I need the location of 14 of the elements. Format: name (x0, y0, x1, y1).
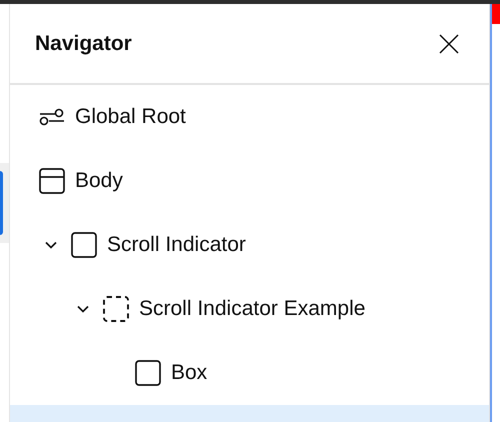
edge-marker (492, 4, 500, 24)
node-label: Scroll Indicator (107, 232, 246, 258)
node-label: Global Root (75, 104, 186, 130)
dashed-square-icon (103, 296, 129, 322)
layout-icon (39, 168, 65, 194)
node-label: Body (75, 168, 123, 194)
close-button[interactable] (437, 32, 461, 56)
node-label: Scroll Indicator Example (139, 296, 366, 322)
square-icon (135, 360, 161, 386)
node-label: Box (171, 360, 208, 386)
square-icon (71, 232, 97, 258)
active-indicator (0, 171, 3, 235)
route-icon (39, 108, 65, 126)
panel-title: Navigator (35, 30, 132, 57)
